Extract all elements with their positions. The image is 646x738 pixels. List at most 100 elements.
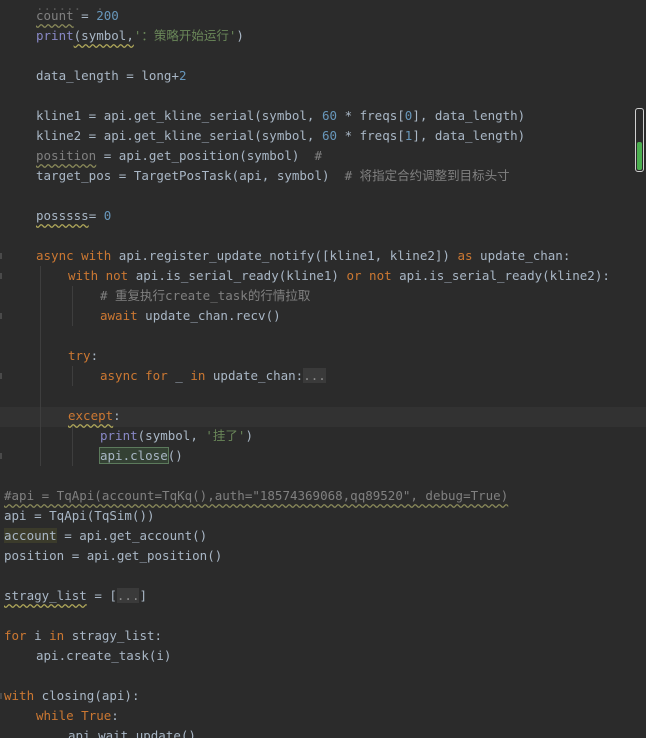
code-line: await update_chan.recv() [100,306,281,326]
keyword: await [100,308,138,323]
selected-text: api.close [99,447,169,464]
keyword: except [68,408,114,423]
scroll-indicator[interactable] [635,108,644,172]
variable-name: account [4,528,57,543]
builtin-call: print [100,428,138,443]
fold-marker[interactable] [0,373,2,379]
number-literal: 60 [321,108,338,123]
code-text: ] [139,588,148,603]
indent-guide [72,426,73,466]
fold-marker[interactable] [0,313,2,319]
code-text: position = api.get_position() [4,548,223,563]
code-text: api.is_serial_ready(kline1) [128,268,347,283]
variable-name: position [36,148,97,163]
code-line: stragy_list = [...] [4,586,147,606]
code-line: account = api.get_account() [4,526,207,546]
code-line: posssss= 0 [36,206,111,226]
code-text: _ [167,368,191,383]
fold-marker[interactable] [0,273,2,279]
code-text: (symbol, [73,28,134,43]
code-text: = api.get_account() [56,528,208,543]
folded-code-placeholder[interactable]: ... [116,588,140,603]
code-text: i [26,628,50,643]
keyword: True [81,708,112,723]
code-text: () [167,448,183,463]
code-line: position = api.get_position() [4,546,222,566]
keyword: with [4,688,35,703]
keyword: in [190,368,206,383]
fold-marker[interactable] [0,253,2,259]
code-line: position = api.get_position(symbol) # [36,146,322,166]
code-text: data_length = long+ [36,68,179,83]
keyword: async with [36,248,112,263]
number-literal: 200 [96,8,119,23]
code-text: : [111,708,119,723]
comment: # 重复执行create_task的行情拉取 [100,288,311,303]
code-text: closing(api): [34,688,140,703]
code-line: for i in stragy_list: [4,626,162,646]
code-text: ) [236,28,244,43]
code-line: async with api.register_update_notify([k… [36,246,570,266]
code-line: try: [68,346,98,366]
code-text: : [90,348,99,363]
code-line: count = 200 [36,6,119,26]
code-text: = [ [86,588,117,603]
code-text: ], data_length) [412,108,526,123]
string-literal: '挂了' [205,428,246,443]
code-line: api.create_task(i) [36,646,171,666]
keyword: while [36,708,74,723]
code-text: api = TqApi(TqSim()) [4,508,155,523]
code-text: update_chan: [205,368,304,383]
code-line: # 重复执行create_task的行情拉取 [100,286,310,306]
code-line: kline2 = api.get_kline_serial(symbol, 60… [36,126,525,146]
code-line: #api = TqApi(account=TqKq(),auth="185743… [4,486,508,506]
indent-guide [72,366,73,386]
builtin-call: print [36,28,74,43]
indent-guide [40,266,41,466]
code-line: data_length = long+2 [36,66,187,86]
code-line: print(symbol, '挂了') [100,426,253,446]
fold-marker[interactable] [0,453,2,459]
folded-code-placeholder[interactable]: ... [303,368,326,383]
code-editor[interactable]: ...... . count = 200 print(symbol,'：策略开始… [0,0,646,738]
code-line: kline1 = api.get_kline_serial(symbol, 60… [36,106,525,126]
code-line: with not api.is_serial_ready(kline1) or … [68,266,610,286]
code-text: = api.get_position(symbol) [96,148,315,163]
comment: # 将指定合约调整到目标头寸 [344,168,510,183]
code-line: while True: [36,706,119,726]
code-text: (symbol, [137,428,206,443]
code-line: api.close() [99,446,183,466]
indent-guide [72,286,73,326]
code-text: ) [245,428,253,443]
keyword: with not [68,268,129,283]
variable-name: posssss [36,208,89,223]
keyword: async for [100,368,168,383]
code-text: kline1 = api.get_kline_serial(symbol, [36,108,322,123]
code-text: stragy_list: [64,628,163,643]
scroll-thumb[interactable] [637,142,642,170]
keyword: as [457,248,473,263]
code-text: * freqs[ [337,108,405,123]
code-line: except: [68,406,121,426]
code-text: api.is_serial_ready(kline2): [391,268,610,283]
code-line: target_pos = TargetPosTask(api, symbol) … [36,166,510,186]
comment: # [314,148,322,163]
code-text: = [73,8,97,23]
code-line: print(symbol,'：策略开始运行') [36,26,244,46]
code-text: target_pos = TargetPosTask(api, symbol) [36,168,345,183]
string-literal: '：策略开始运行' [133,28,237,43]
number-literal: 60 [321,128,338,143]
fold-marker[interactable] [0,693,2,699]
code-text: update_chan.recv() [137,308,281,323]
code-text: update_chan: [472,248,571,263]
keyword: try [68,348,91,363]
variable-name: count [36,8,74,23]
keyword: for [4,628,27,643]
code-text: api.register_update_notify([kline1, klin… [111,248,458,263]
code-text: kline2 = api.get_kline_serial(symbol, [36,128,322,143]
code-text: * freqs[ [337,128,405,143]
number-literal: 2 [179,68,187,83]
keyword: or not [346,268,392,283]
comment: #api = TqApi(account=TqKq(),auth="185743… [4,488,509,503]
code-line: api = TqApi(TqSim()) [4,506,155,526]
